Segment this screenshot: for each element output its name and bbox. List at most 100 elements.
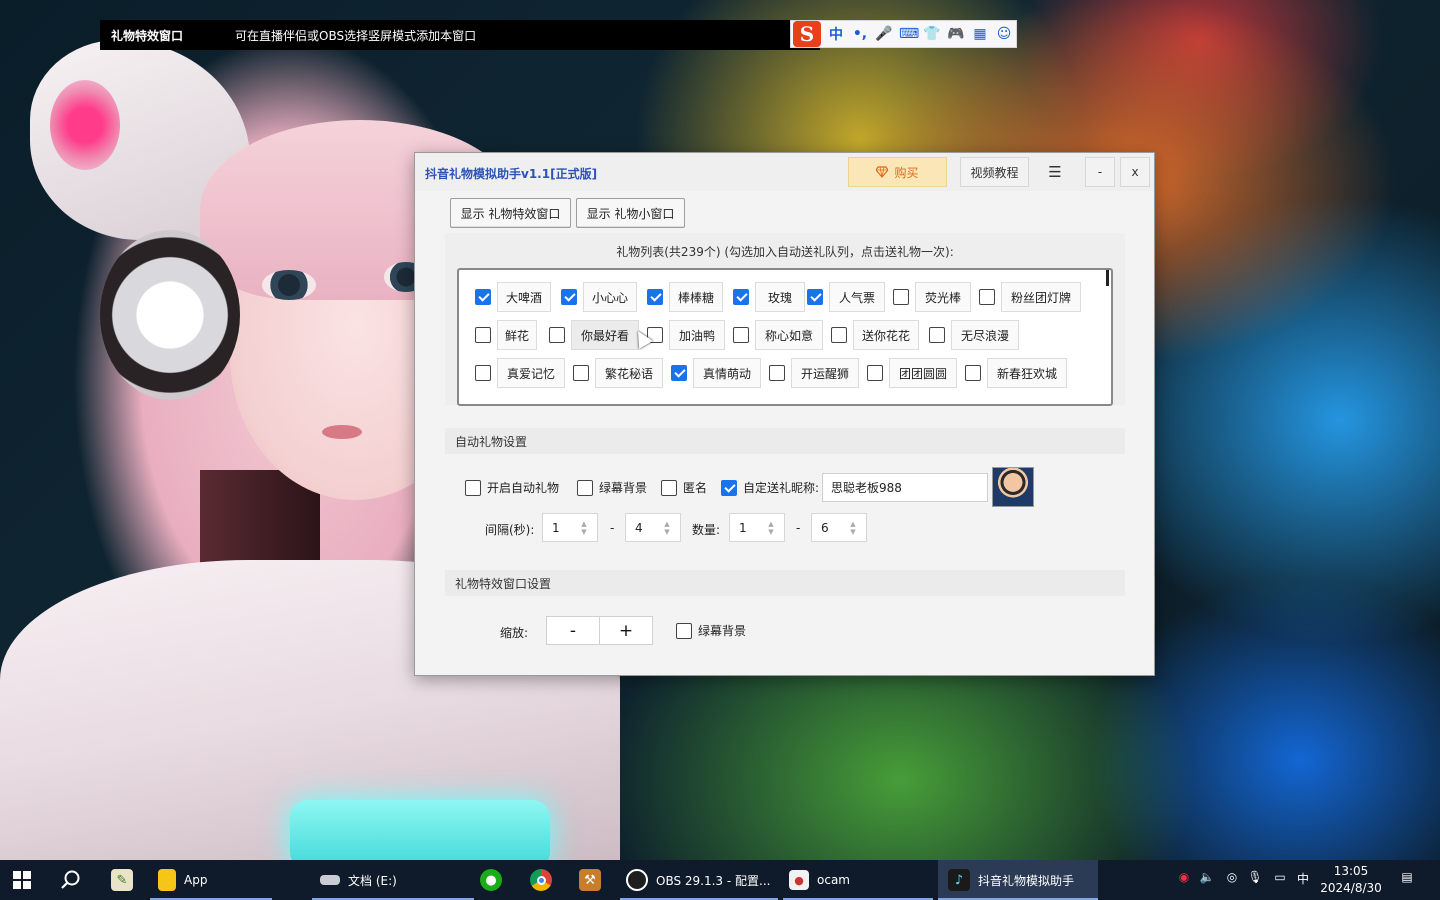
taskbar-item-ocam[interactable]: ● ocam [783, 860, 933, 900]
gift-send-button[interactable]: 送你花花 [853, 320, 919, 350]
gift-send-button[interactable]: 团团圆圆 [889, 358, 957, 388]
obs-tray-icon[interactable]: ◎ [1223, 870, 1241, 888]
network-icon[interactable]: ▭ [1271, 870, 1289, 888]
green-screen-checkbox[interactable]: 绿幕背景 [577, 479, 647, 496]
gift-send-button[interactable]: 粉丝团灯牌 [1001, 282, 1081, 312]
stepper-arrows-icon[interactable]: ▲ ▼ [662, 520, 672, 536]
gift-list-scrollbar[interactable] [1106, 270, 1109, 286]
gift-send-button[interactable]: 小心心 [583, 282, 637, 312]
notification-icon[interactable]: ▤ [1398, 870, 1416, 888]
effect-green-screen-box[interactable] [676, 622, 692, 639]
gift-send-button[interactable]: 人气票 [829, 282, 885, 312]
gift-send-button[interactable]: 真情萌动 [693, 358, 761, 388]
anonymous-checkbox[interactable]: 匿名 [661, 479, 707, 496]
clock[interactable]: 13:05 2024/8/30 [1318, 863, 1384, 897]
taskbar-item-drive[interactable]: 文档 (E:) [312, 860, 474, 900]
gift-list[interactable]: 大啤酒 小心心 棒棒糖 玫瑰 人气票 荧光棒 粉丝团灯牌鲜花 你最好看 加油鸭 称心如意 送你花花 无… [457, 268, 1113, 406]
gift-checkbox[interactable] [733, 289, 749, 305]
menu-icon[interactable]: ☰ [1042, 157, 1068, 187]
gift-checkbox[interactable] [671, 365, 687, 381]
gift-send-button[interactable]: 开运醒狮 [791, 358, 859, 388]
start-button[interactable] [12, 860, 38, 900]
gift-send-button[interactable]: 加油鸭 [669, 320, 725, 350]
gift-send-button[interactable]: 繁花秘语 [595, 358, 663, 388]
gift-send-button[interactable]: 荧光棒 [915, 282, 971, 312]
taskbar-chrome[interactable] [530, 860, 556, 900]
ime-voice-icon[interactable]: 🎤 [875, 26, 893, 42]
gift-send-button[interactable]: 无尽浪漫 [951, 320, 1019, 350]
gift-send-button[interactable]: 大啤酒 [497, 282, 551, 312]
gift-checkbox[interactable] [831, 327, 847, 343]
ime-emoji-icon[interactable]: ☺ [995, 26, 1013, 42]
count-max-stepper[interactable]: 6 ▲ ▼ [811, 513, 867, 542]
gift-send-button[interactable]: 鲜花 [497, 320, 537, 350]
ime-skin-icon[interactable]: 👕 [923, 26, 941, 42]
gift-checkbox[interactable] [965, 365, 981, 381]
stepper-arrows-icon[interactable]: ▲ ▼ [579, 520, 589, 536]
gift-send-button[interactable]: 新春狂欢城 [987, 358, 1067, 388]
search-button[interactable] [60, 860, 86, 900]
show-effect-window-button[interactable]: 显示 礼物特效窗口 [450, 198, 571, 228]
gift-checkbox[interactable] [573, 365, 589, 381]
ime-toolbox-icon[interactable]: ▦ [971, 26, 989, 42]
minimize-button[interactable]: - [1085, 157, 1115, 187]
gift-checkbox[interactable] [561, 289, 577, 305]
ime-indicator[interactable]: 中 [1294, 870, 1312, 888]
taskbar-item-gift-simulator[interactable]: ♪ 抖音礼物模拟助手 [938, 860, 1098, 900]
gift-checkbox[interactable] [929, 327, 945, 343]
ime-chinese-mode-icon[interactable]: 中 [827, 24, 845, 44]
show-small-window-button[interactable]: 显示 礼物小窗口 [576, 198, 685, 228]
gift-checkbox[interactable] [549, 327, 565, 343]
gift-checkbox[interactable] [979, 289, 995, 305]
nickname-input[interactable] [822, 473, 988, 502]
ime-punctuation-icon[interactable]: •, [851, 26, 869, 42]
gift-checkbox[interactable] [733, 327, 749, 343]
gift-send-button[interactable]: 玫瑰 [755, 282, 805, 312]
custom-nickname-box[interactable] [721, 479, 737, 496]
ime-toolbar[interactable]: S 中 •, 🎤 ⌨ 👕 🎮 ▦ ☺ [790, 20, 1017, 48]
ime-game-icon[interactable]: 🎮 [947, 26, 965, 42]
gift-checkbox[interactable] [893, 289, 909, 305]
interval-max-stepper[interactable]: 4 ▲ ▼ [625, 513, 681, 542]
gift-checkbox[interactable] [475, 365, 491, 381]
taskbar-wechat[interactable]: ● [480, 860, 506, 900]
volume-icon[interactable]: 🔈 [1198, 870, 1216, 888]
count-min-stepper[interactable]: 1 ▲ ▼ [729, 513, 785, 542]
record-tray-icon[interactable]: ◉ [1175, 870, 1193, 888]
sogou-logo-icon[interactable]: S [793, 21, 821, 47]
taskbar-item-obs[interactable]: OBS 29.1.3 - 配置... [620, 860, 778, 900]
gift-send-button[interactable]: 棒棒糖 [669, 282, 723, 312]
stepper-arrows-icon[interactable]: ▲ ▼ [766, 520, 776, 536]
anonymous-box[interactable] [661, 479, 677, 496]
buy-button[interactable]: 购买 [848, 157, 947, 187]
taskbar-item-label: OBS 29.1.3 - 配置... [656, 873, 771, 888]
enable-auto-gift-box[interactable] [465, 479, 481, 496]
effect-green-screen-checkbox[interactable]: 绿幕背景 [676, 622, 746, 639]
custom-nickname-checkbox[interactable]: 自定送礼昵称: [721, 479, 819, 496]
title-bar[interactable]: 抖音礼物模拟助手v1.1[正式版] 购买 视频教程 ☰ - x [415, 153, 1154, 191]
gift-checkbox[interactable] [769, 365, 785, 381]
enable-auto-gift-checkbox[interactable]: 开启自动礼物 [465, 479, 559, 496]
taskbar-notepad[interactable]: ✎ [111, 860, 137, 900]
avatar[interactable] [992, 467, 1034, 507]
ime-keyboard-icon[interactable]: ⌨ [899, 26, 919, 42]
video-tutorial-button[interactable]: 视频教程 [960, 157, 1029, 187]
taskbar-tool[interactable]: ⚒ [579, 860, 605, 900]
gift-checkbox[interactable] [867, 365, 883, 381]
gift-checkbox[interactable] [807, 289, 823, 305]
taskbar-item-app[interactable]: App [150, 860, 272, 900]
gift-send-button[interactable]: 称心如意 [755, 320, 823, 350]
gift-effect-window[interactable]: 礼物特效窗口 可在直播伴侣或OBS选择竖屏模式添加本窗口 [100, 20, 820, 50]
interval-min-stepper[interactable]: 1 ▲ ▼ [542, 513, 598, 542]
gift-checkbox[interactable] [647, 289, 663, 305]
gift-checkbox[interactable] [475, 289, 491, 305]
zoom-in-button[interactable]: + [599, 616, 653, 645]
green-screen-box[interactable] [577, 479, 593, 496]
stepper-arrows-icon[interactable]: ▲ ▼ [848, 520, 858, 536]
gift-checkbox[interactable] [475, 327, 491, 343]
zoom-out-button[interactable]: - [546, 616, 600, 645]
microphone-icon[interactable]: 🎙 [1246, 870, 1264, 888]
close-button[interactable]: x [1120, 157, 1150, 187]
gift-send-button[interactable]: 你最好看 [571, 320, 639, 350]
gift-send-button[interactable]: 真爱记忆 [497, 358, 565, 388]
